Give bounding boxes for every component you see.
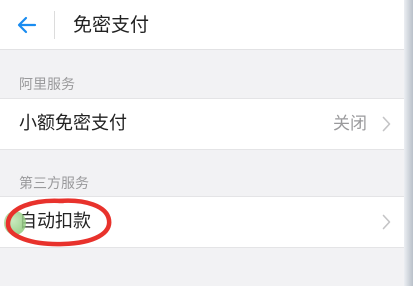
section-header-alibaba-services: 阿里服务 <box>19 77 75 93</box>
page-title: 免密支付 <box>73 14 150 36</box>
chevron-right-icon <box>382 116 391 132</box>
row-small-password-free-payment[interactable]: 小额免密支付 关闭 <box>0 98 413 150</box>
arrow-left-icon <box>17 16 37 34</box>
row-label: 小额免密支付 <box>19 113 127 134</box>
row-auto-deduction[interactable]: 自动扣款 <box>0 196 413 248</box>
row-status-value: 关闭 <box>333 114 367 134</box>
chevron-right-icon <box>382 214 391 230</box>
row-label: 自动扣款 <box>19 211 91 232</box>
back-button[interactable] <box>10 8 44 42</box>
top-navigation-bar: 免密支付 <box>0 0 413 50</box>
right-edge-strip <box>404 0 413 286</box>
header-divider <box>54 11 55 39</box>
floating-widget-icon <box>4 211 26 235</box>
section-header-third-party-services: 第三方服务 <box>19 176 89 192</box>
